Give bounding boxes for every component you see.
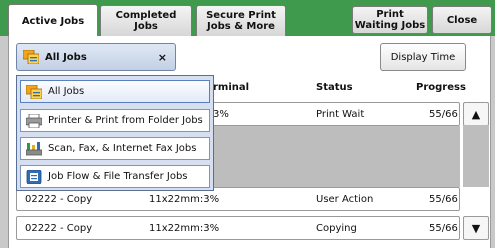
job-flow-icon [26, 169, 42, 184]
column-header-terminal: rminal [213, 82, 250, 93]
close-icon[interactable]: × [158, 51, 167, 64]
column-header-status: Status [316, 82, 353, 93]
printer-icon [26, 113, 42, 128]
progress-cell: 55/66 [429, 194, 458, 205]
dropdown-option-scan-fax-jobs[interactable]: Scan, Fax, & Internet Fax Jobs [20, 137, 210, 160]
button-label: Print Waiting Jobs [354, 9, 426, 31]
button-label: Close [446, 14, 478, 26]
scroll-up-button[interactable]: ▲ [463, 102, 489, 126]
tab-bar: Active Jobs Completed Jobs Secure Print … [0, 0, 495, 37]
option-label: Scan, Fax, & Internet Fax Jobs [48, 143, 197, 154]
terminal-cell: 11x22mm:3% [149, 223, 220, 234]
option-label: All Jobs [48, 86, 85, 97]
progress-cell: 55/66 [429, 223, 458, 234]
status-cell: Copying [316, 223, 357, 234]
job-filter-dropdown: All Jobs Printer & Print from Folder Job… [16, 75, 214, 191]
owner-cell: 02222 - Copy [25, 194, 93, 205]
arrow-down-icon: ▼ [471, 221, 481, 235]
dropdown-option-printer-jobs[interactable]: Printer & Print from Folder Jobs [20, 109, 210, 132]
terminal-cell: 3% [213, 109, 229, 120]
close-button[interactable]: Close [432, 6, 492, 34]
column-header-progress: Progress [416, 82, 466, 93]
dropdown-option-job-flow-jobs[interactable]: Job Flow & File Transfer Jobs [20, 165, 210, 188]
arrow-up-icon: ▲ [471, 107, 481, 121]
button-label: Display Time [390, 51, 456, 63]
tab-label: Secure Print Jobs & More [206, 10, 276, 32]
tab-label: Completed Jobs [115, 10, 177, 32]
scroll-down-button[interactable]: ▼ [463, 216, 489, 240]
tab-secure-print-jobs[interactable]: Secure Print Jobs & More [196, 5, 286, 36]
job-filter-select[interactable]: All Jobs × [16, 43, 176, 71]
owner-cell: 02222 - Copy [25, 223, 93, 234]
tab-completed-jobs[interactable]: Completed Jobs [100, 5, 192, 36]
status-cell: User Action [316, 194, 374, 205]
dropdown-option-all-jobs[interactable]: All Jobs [20, 80, 210, 103]
display-time-button[interactable]: Display Time [380, 43, 466, 71]
table-row[interactable]: 02222 - Copy 11x22mm:3% Copying 55/66 [16, 216, 460, 240]
scanner-icon [26, 141, 42, 155]
print-waiting-jobs-button[interactable]: Print Waiting Jobs [352, 6, 428, 34]
tab-label: Active Jobs [21, 15, 85, 27]
option-label: Printer & Print from Folder Jobs [48, 115, 203, 126]
all-jobs-icon [26, 84, 42, 99]
option-label: Job Flow & File Transfer Jobs [48, 171, 188, 182]
job-filter-value: All Jobs [45, 51, 87, 63]
status-cell: Print Wait [316, 109, 365, 120]
scrollbar-track[interactable] [463, 125, 489, 187]
terminal-cell: 11x22mm:3% [149, 194, 220, 205]
tab-active-jobs[interactable]: Active Jobs [8, 4, 98, 37]
progress-cell: 55/66 [429, 109, 458, 120]
all-jobs-icon [23, 50, 39, 64]
